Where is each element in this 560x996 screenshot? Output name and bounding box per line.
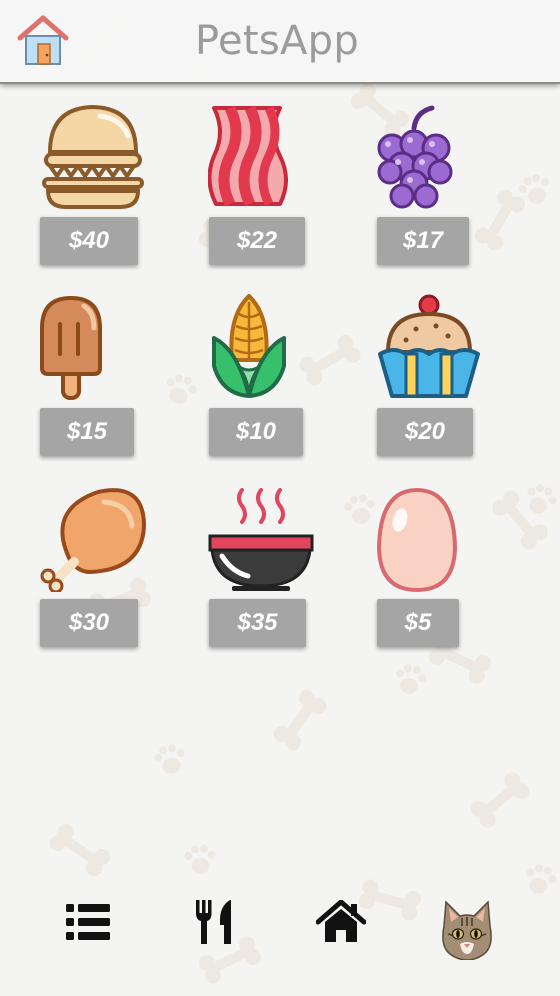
food-item-popsicle[interactable]: $15 [38, 294, 188, 474]
price-button[interactable]: $22 [209, 217, 305, 265]
price-button[interactable]: $17 [377, 217, 469, 265]
food-item-grapes[interactable]: $17 [376, 100, 526, 280]
drumstick-icon [40, 488, 146, 592]
food-item-egg[interactable]: $5 [376, 486, 526, 666]
popsicle-icon [40, 295, 102, 400]
egg-icon [376, 487, 458, 592]
price-button[interactable]: $10 [209, 408, 303, 456]
price-button[interactable]: $5 [377, 599, 459, 647]
cat-avatar-icon[interactable] [440, 900, 494, 965]
fork-knife-icon[interactable] [196, 900, 236, 949]
page-title: PetsApp [194, 18, 360, 64]
food-item-bacon[interactable]: $22 [208, 100, 358, 280]
price-button[interactable]: $20 [377, 408, 473, 456]
food-grid: $40 $22 $17 $15 $10 $20 $30 $35 $5 [0, 0, 560, 700]
home-icon[interactable] [315, 899, 367, 947]
food-item-cupcake[interactable]: $20 [376, 294, 526, 474]
price-button[interactable]: $35 [209, 599, 306, 647]
price-button[interactable]: $15 [40, 408, 134, 456]
soup-bowl-icon [208, 488, 314, 591]
corn-icon [212, 294, 286, 398]
food-item-burger[interactable]: $40 [38, 100, 188, 280]
bottom-navigation [0, 870, 560, 996]
food-item-drumstick[interactable]: $30 [38, 486, 188, 666]
app-header: PetsApp [0, 0, 560, 84]
burger-icon [42, 104, 144, 209]
food-item-corn[interactable]: $10 [208, 294, 358, 474]
grapes-icon [377, 105, 453, 209]
price-button[interactable]: $30 [40, 599, 138, 647]
price-button[interactable]: $40 [40, 217, 138, 265]
bacon-icon [208, 105, 288, 207]
list-icon[interactable] [66, 904, 110, 945]
food-item-soup[interactable]: $35 [208, 486, 358, 666]
cupcake-icon [378, 294, 480, 398]
